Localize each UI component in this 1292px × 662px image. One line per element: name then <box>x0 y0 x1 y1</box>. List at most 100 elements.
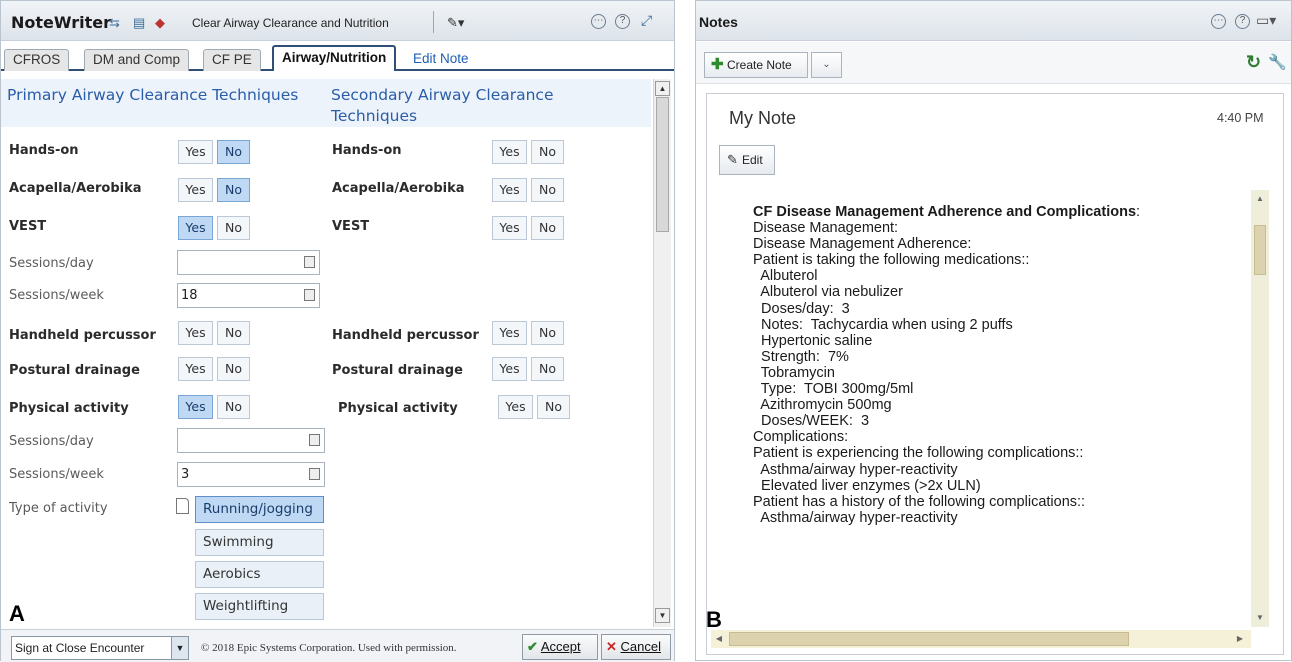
calculator-icon[interactable] <box>304 256 315 268</box>
note-line: Albuterol via nebulizer <box>753 284 903 301</box>
secondary-acapella-label: Acapella/Aerobika <box>332 181 465 196</box>
primary-acapella-no[interactable]: No <box>217 178 250 202</box>
scroll-up-icon[interactable]: ▲ <box>655 81 670 96</box>
secondary-acapella-yes[interactable]: Yes <box>492 178 527 202</box>
create-note-dropdown[interactable]: ⌄ <box>811 52 842 78</box>
window-menu-icon[interactable]: ▭▾ <box>1256 12 1276 29</box>
sign-select[interactable]: Sign at Close Encounter ▼ <box>11 636 189 660</box>
edit-note-button[interactable]: ✎ Edit <box>719 145 775 175</box>
primary-physical-activity-no[interactable]: No <box>217 395 250 419</box>
notewriter-titlebar: NoteWriter ⇆ ▤ ◆ Clear Airway Clearance … <box>1 1 674 41</box>
expand-icon[interactable]: ⤢ <box>641 12 652 29</box>
calculator-icon[interactable] <box>309 434 320 446</box>
notewriter-panel: NoteWriter ⇆ ▤ ◆ Clear Airway Clearance … <box>0 0 675 662</box>
secondary-physical-activity-no[interactable]: No <box>537 395 570 419</box>
document-icon[interactable]: ▤ <box>133 15 145 31</box>
secondary-hands-on-yes[interactable]: Yes <box>492 140 527 164</box>
note-line: Elevated liver enzymes (>2x ULN) <box>753 477 981 494</box>
activity-swimming[interactable]: Swimming <box>195 529 324 556</box>
primary-percussor-no[interactable]: No <box>217 321 250 345</box>
activity-weightlifting[interactable]: Weightlifting <box>195 593 324 620</box>
clear-note-icon[interactable]: ◆ <box>155 15 165 31</box>
secondary-vest-yes[interactable]: Yes <box>492 216 527 240</box>
note-line: Hypertonic saline <box>753 332 873 349</box>
scroll-thumb[interactable] <box>1254 225 1266 275</box>
activity-running-jogging[interactable]: Running/jogging <box>195 496 324 523</box>
tab-cfros[interactable]: CFROS <box>4 49 70 71</box>
note-line: Albuterol <box>753 268 818 285</box>
help-icon[interactable]: ? <box>615 14 630 29</box>
scroll-down-icon[interactable]: ▼ <box>1253 611 1267 625</box>
primary-hands-on-no[interactable]: No <box>217 140 250 164</box>
primary-hands-on-label: Hands-on <box>9 143 79 158</box>
activity-sessions-week-label: Sessions/week <box>9 467 104 482</box>
tab-airway-nutrition[interactable]: Airway/Nutrition <box>272 45 397 71</box>
note-title[interactable]: Clear Airway Clearance and Nutrition <box>192 16 389 30</box>
notes-toolbar: ✚ Create Note ⌄ ↻ 🔧 <box>696 42 1291 84</box>
secondary-percussor-label: Handheld percussor <box>332 328 479 343</box>
note-document-icon[interactable] <box>176 498 189 514</box>
activity-aerobics[interactable]: Aerobics <box>195 561 324 588</box>
pencil-icon[interactable]: ✎▾ <box>447 15 464 31</box>
pencil-icon: ✎ <box>727 152 738 167</box>
secondary-postural-yes[interactable]: Yes <box>492 357 527 381</box>
scroll-left-icon[interactable]: ◀ <box>712 632 726 646</box>
secondary-vest-no[interactable]: No <box>531 216 564 240</box>
note-line: Azithromycin 500mg <box>753 397 892 414</box>
primary-percussor-yes[interactable]: Yes <box>178 321 213 345</box>
primary-acapella-yes[interactable]: Yes <box>178 178 213 202</box>
primary-vest-no[interactable]: No <box>217 216 250 240</box>
secondary-physical-activity-yes[interactable]: Yes <box>498 395 533 419</box>
primary-postural-no[interactable]: No <box>217 357 250 381</box>
create-note-button[interactable]: ✚ Create Note <box>704 52 808 78</box>
plus-icon: ✚ <box>711 56 724 73</box>
vest-sessions-week-field[interactable]: 18 <box>177 283 320 308</box>
scroll-right-icon[interactable]: ▶ <box>1233 632 1247 646</box>
more-options-icon[interactable]: ⋯ <box>591 14 606 29</box>
scroll-thumb[interactable] <box>656 97 669 232</box>
scroll-up-icon[interactable]: ▲ <box>1253 192 1267 206</box>
note-line: Doses/WEEK: 3 <box>753 413 870 430</box>
form-scrollbar[interactable]: ▲ ▼ <box>653 79 671 627</box>
tab-cf-pe[interactable]: CF PE <box>203 49 261 71</box>
vest-sessions-day-field[interactable] <box>177 250 320 275</box>
cancel-button[interactable]: ✕ Cancel <box>601 634 671 660</box>
tab-edit-note[interactable]: Edit Note <box>405 49 477 71</box>
note-scrollbar[interactable]: ▲ ▼ <box>1251 190 1269 627</box>
sign-select-value: Sign at Close Encounter <box>15 641 145 655</box>
create-note-label: Create Note <box>727 58 792 72</box>
primary-postural-yes[interactable]: Yes <box>178 357 213 381</box>
calculator-icon[interactable] <box>309 468 320 480</box>
note-heading-line: CF Disease Management Adherence and Comp… <box>753 204 1243 220</box>
secondary-percussor-no[interactable]: No <box>531 321 564 345</box>
secondary-percussor-yes[interactable]: Yes <box>492 321 527 345</box>
secondary-physical-activity-label: Physical activity <box>338 401 458 416</box>
refresh-icon[interactable]: ↻ <box>1246 52 1261 73</box>
note-line: Tobramycin <box>753 364 835 381</box>
note-hscrollbar[interactable]: ◀ ▶ <box>711 630 1251 648</box>
hscroll-thumb[interactable] <box>729 632 1129 646</box>
wrench-icon[interactable]: 🔧 <box>1268 53 1287 71</box>
activity-sessions-day-field[interactable] <box>177 428 325 453</box>
cancel-label: Cancel <box>620 639 661 654</box>
notes-panel: Notes ⋯ ? ▭▾ ✚ Create Note ⌄ ↻ 🔧 My Note… <box>695 0 1292 661</box>
primary-acapella-label: Acapella/Aerobika <box>9 181 142 196</box>
activity-sessions-week-field[interactable]: 3 <box>177 462 325 487</box>
scroll-down-icon[interactable]: ▼ <box>655 608 670 623</box>
primary-hands-on-yes[interactable]: Yes <box>178 140 213 164</box>
more-options-icon[interactable]: ⋯ <box>1211 14 1226 29</box>
calculator-icon[interactable] <box>304 289 315 301</box>
secondary-postural-no[interactable]: No <box>531 357 564 381</box>
accept-button[interactable]: ✔ Accept <box>522 634 598 660</box>
tab-dm-and-comp[interactable]: DM and Comp <box>84 49 190 71</box>
note-line: Complications: <box>753 429 849 446</box>
secondary-hands-on-no[interactable]: No <box>531 140 564 164</box>
chevron-down-icon[interactable]: ▼ <box>171 637 188 659</box>
primary-physical-activity-yes[interactable]: Yes <box>178 395 213 419</box>
secondary-acapella-no[interactable]: No <box>531 178 564 202</box>
help-icon[interactable]: ? <box>1235 14 1250 29</box>
note-line: Patient is experiencing the following co… <box>753 445 1084 462</box>
notes-title: Notes <box>699 14 738 30</box>
share-icon[interactable]: ⇆ <box>109 15 120 31</box>
primary-vest-yes[interactable]: Yes <box>178 216 213 240</box>
